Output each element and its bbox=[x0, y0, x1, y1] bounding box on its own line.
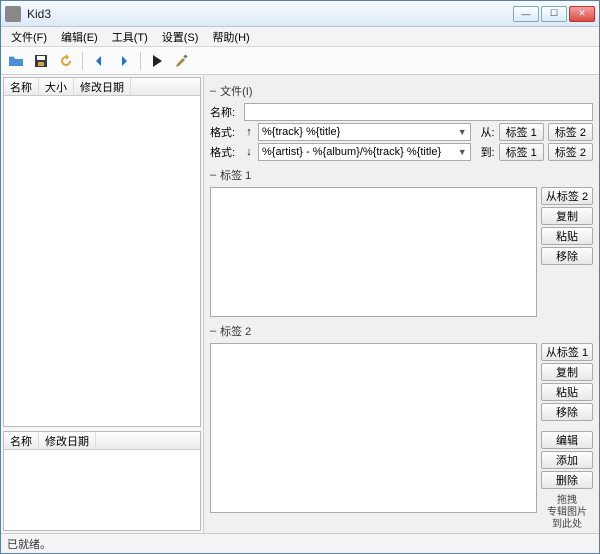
col-name[interactable]: 名称 bbox=[4, 432, 39, 449]
chevron-down-icon: ▼ bbox=[458, 127, 467, 137]
app-window: Kid3 — ☐ ✕ 文件(F) 编辑(E) 工具(T) 设置(S) 帮助(H)… bbox=[0, 0, 600, 554]
tag2-copy-button[interactable]: 复制 bbox=[541, 363, 593, 381]
app-icon bbox=[5, 6, 21, 22]
tag2-editor[interactable] bbox=[210, 343, 537, 513]
open-folder-icon[interactable] bbox=[5, 50, 27, 72]
play-icon[interactable] bbox=[146, 50, 168, 72]
col-mtime[interactable]: 修改日期 bbox=[39, 432, 96, 449]
from-tag2-button[interactable]: 标签 2 bbox=[548, 123, 593, 141]
up-arrow-icon: ↑ bbox=[244, 126, 254, 138]
file-list-header: 名称 修改日期 bbox=[4, 432, 200, 450]
tag2-section: –标签 2 从标签 1 复制 粘贴 移除 编辑 添加 删除 拖拽专辑图片到此处 bbox=[210, 323, 593, 531]
back-icon[interactable] bbox=[88, 50, 110, 72]
right-panel: –文件(I) 名称: 格式: ↑ %{track} %{title}▼ 从: 标… bbox=[204, 75, 599, 533]
file-tree[interactable]: 名称 大小 修改日期 bbox=[3, 77, 201, 427]
to-label: 到: bbox=[475, 144, 495, 160]
statusbar: 已就绪。 bbox=[1, 533, 599, 553]
minimize-button[interactable]: — bbox=[513, 6, 539, 22]
menu-edit[interactable]: 编辑(E) bbox=[55, 27, 104, 47]
name-input[interactable] bbox=[244, 103, 593, 121]
tag1-remove-button[interactable]: 移除 bbox=[541, 247, 593, 265]
tag2-section-header[interactable]: –标签 2 bbox=[210, 323, 593, 339]
tag1-from-tag2-button[interactable]: 从标签 2 bbox=[541, 187, 593, 205]
down-arrow-icon: ↓ bbox=[244, 146, 254, 158]
window-title: Kid3 bbox=[27, 7, 513, 21]
status-text: 已就绪。 bbox=[7, 536, 51, 552]
menu-settings[interactable]: 设置(S) bbox=[156, 27, 205, 47]
from-tag1-button[interactable]: 标签 1 bbox=[499, 123, 544, 141]
menu-tools[interactable]: 工具(T) bbox=[106, 27, 154, 47]
menu-file[interactable]: 文件(F) bbox=[5, 27, 53, 47]
to-tag2-button[interactable]: 标签 2 bbox=[548, 143, 593, 161]
file-section-header[interactable]: –文件(I) bbox=[210, 83, 593, 99]
toolbar-separator bbox=[140, 52, 141, 70]
left-panel: 名称 大小 修改日期 名称 修改日期 bbox=[1, 75, 204, 533]
name-label: 名称: bbox=[210, 104, 240, 120]
file-list-body[interactable] bbox=[4, 450, 200, 530]
settings-icon[interactable] bbox=[171, 50, 193, 72]
col-size[interactable]: 大小 bbox=[39, 78, 74, 95]
chevron-down-icon: ▼ bbox=[458, 147, 467, 157]
save-icon[interactable] bbox=[30, 50, 52, 72]
file-list[interactable]: 名称 修改日期 bbox=[3, 431, 201, 531]
titlebar: Kid3 — ☐ ✕ bbox=[1, 1, 599, 27]
file-tree-body[interactable] bbox=[4, 96, 200, 426]
tag2-remove-button[interactable]: 移除 bbox=[541, 403, 593, 421]
tag2-delete-button[interactable]: 删除 bbox=[541, 471, 593, 489]
from-label: 从: bbox=[475, 124, 495, 140]
tag1-editor[interactable] bbox=[210, 187, 537, 317]
format2-label: 格式: bbox=[210, 144, 240, 160]
tag1-section: –标签 1 从标签 2 复制 粘贴 移除 bbox=[210, 167, 593, 317]
forward-icon[interactable] bbox=[113, 50, 135, 72]
tag1-buttons: 从标签 2 复制 粘贴 移除 bbox=[541, 187, 593, 317]
file-section: –文件(I) 名称: 格式: ↑ %{track} %{title}▼ 从: 标… bbox=[210, 83, 593, 161]
format1-label: 格式: bbox=[210, 124, 240, 140]
main-body: 名称 大小 修改日期 名称 修改日期 –文件(I) 名称: bbox=[1, 75, 599, 533]
menu-help[interactable]: 帮助(H) bbox=[206, 27, 255, 47]
tag2-paste-button[interactable]: 粘贴 bbox=[541, 383, 593, 401]
close-button[interactable]: ✕ bbox=[569, 6, 595, 22]
col-mtime[interactable]: 修改日期 bbox=[74, 78, 131, 95]
tag2-add-button[interactable]: 添加 bbox=[541, 451, 593, 469]
toolbar-separator bbox=[82, 52, 83, 70]
album-art-dropzone[interactable]: 拖拽专辑图片到此处 bbox=[541, 495, 593, 531]
tag1-section-header[interactable]: –标签 1 bbox=[210, 167, 593, 183]
tag2-edit-button[interactable]: 编辑 bbox=[541, 431, 593, 449]
format1-combo[interactable]: %{track} %{title}▼ bbox=[258, 123, 471, 141]
tag1-paste-button[interactable]: 粘贴 bbox=[541, 227, 593, 245]
tag2-from-tag1-button[interactable]: 从标签 1 bbox=[541, 343, 593, 361]
window-controls: — ☐ ✕ bbox=[513, 6, 595, 22]
col-name[interactable]: 名称 bbox=[4, 78, 39, 95]
format2-combo[interactable]: %{artist} - %{album}/%{track} %{title}▼ bbox=[258, 143, 471, 161]
maximize-button[interactable]: ☐ bbox=[541, 6, 567, 22]
toolbar bbox=[1, 47, 599, 75]
to-tag1-button[interactable]: 标签 1 bbox=[499, 143, 544, 161]
revert-icon[interactable] bbox=[55, 50, 77, 72]
menubar: 文件(F) 编辑(E) 工具(T) 设置(S) 帮助(H) bbox=[1, 27, 599, 47]
tag1-copy-button[interactable]: 复制 bbox=[541, 207, 593, 225]
tag2-buttons: 从标签 1 复制 粘贴 移除 编辑 添加 删除 拖拽专辑图片到此处 bbox=[541, 343, 593, 531]
file-tree-header: 名称 大小 修改日期 bbox=[4, 78, 200, 96]
